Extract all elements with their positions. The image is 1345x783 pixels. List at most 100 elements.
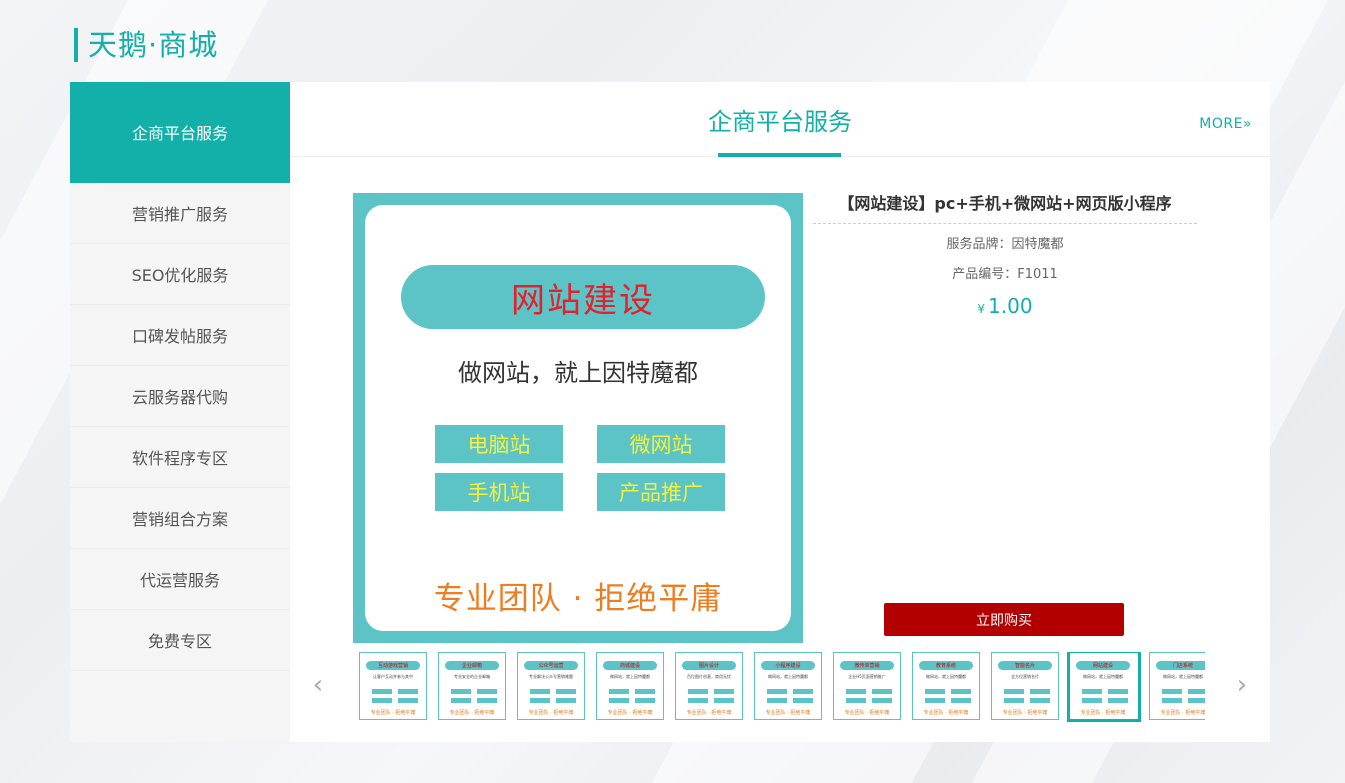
thumbnail-label: 企业邮箱: [445, 661, 499, 670]
thumbnail-chip: [872, 689, 892, 694]
site-brand-title[interactable]: 天鹅·商城: [74, 28, 218, 62]
gallery-thumbnail[interactable]: 企业邮箱专业安全的企业邮箱 专业团队 · 拒绝平庸: [438, 652, 506, 720]
thumbnail-chip: [1004, 698, 1024, 703]
thumbnail-footer: 专业团队 · 拒绝平庸: [528, 710, 574, 716]
sidebar-item-label: 营销组合方案: [131, 510, 228, 529]
product-brand: 服务品牌：因特魔都: [946, 237, 1064, 252]
thumbnail-subtitle: 做网站，就上因特魔都: [610, 674, 650, 679]
sidebar-item-free-zone[interactable]: 免费专区: [70, 610, 290, 671]
thumbnail-chip: [872, 698, 892, 703]
thumbnail-chip: [1030, 698, 1050, 703]
thumbnail-chip: [372, 698, 392, 703]
thumbnail-chip: [1108, 698, 1128, 703]
gallery-thumbnail[interactable]: 公众号运营专业解决公众号营销难题 专业团队 · 拒绝平庸: [517, 652, 585, 720]
thumbnail-label: 微传单营销: [840, 661, 894, 670]
thumbnail-chip: [793, 698, 813, 703]
buy-now-button[interactable]: 立即购买: [884, 603, 1124, 636]
thumbnail-subtitle: 专业解决公众号营销难题: [529, 674, 573, 679]
price-value: 1.00: [988, 294, 1033, 318]
sidebar-item-marketing[interactable]: 营销推广服务: [70, 183, 290, 244]
category-sidebar: 企商平台服务 营销推广服务 SEO优化服务 口碑发帖服务 云服务器代购 软件程序…: [70, 82, 290, 742]
gallery-thumbnail[interactable]: 门店系统 做网站，就上因特魔都 专业团队 · 拒绝平庸: [1149, 652, 1205, 720]
thumbnail-chip: [1108, 689, 1128, 694]
panel-header: 企商平台服务 MORE»: [290, 82, 1270, 157]
thumbnail-chip: [556, 698, 576, 703]
sidebar-item-operation-service[interactable]: 代运营服务: [70, 549, 290, 610]
image-pill-title: 网站建设: [401, 265, 765, 329]
thumbnail-chip: [477, 689, 497, 694]
thumbnail-label: 网站建设: [1076, 661, 1130, 670]
thumbnail-label: 公众号运营: [524, 661, 578, 670]
gallery-thumbnail[interactable]: 网站建设做网站，就上因特魔都 专业团队 · 拒绝平庸: [1067, 652, 1141, 722]
title-underline: [718, 153, 841, 157]
thumbnail-chip: [925, 689, 945, 694]
gallery-thumbnail[interactable]: 教育系统做网站，就上因特魔都 专业团队 · 拒绝平庸: [912, 652, 980, 720]
thumbnail-subtitle: 专业安全的企业邮箱: [454, 674, 490, 679]
product-panel: 企商平台服务 MORE» 网站建设 做网站，就上因特魔都 电脑站 微网站 手机站…: [290, 82, 1270, 742]
gallery-next-icon[interactable]: ›: [1233, 670, 1251, 700]
sidebar-item-seo[interactable]: SEO优化服务: [70, 244, 290, 305]
thumbnail-subtitle: 做网站，就上因特魔都: [1163, 674, 1203, 679]
thumbnail-chip: [451, 698, 471, 703]
gallery-thumbnail[interactable]: 图片设计 百位图片创意，商用无忧 专业团队 · 拒绝平庸: [675, 652, 743, 720]
sidebar-item-cloud-server[interactable]: 云服务器代购: [70, 366, 290, 427]
product-title: 【网站建设】pc+手机+微网站+网页版小程序: [813, 193, 1197, 224]
thumbnail-chip: [1082, 689, 1102, 694]
sidebar-item-label: 免费专区: [147, 632, 212, 651]
sidebar-item-enterprise-platform[interactable]: 企商平台服务: [70, 82, 290, 183]
thumbnail-subtitle: 做网站，就上因特魔都: [1083, 674, 1123, 679]
gallery-thumbnail[interactable]: 小程序建设 做网站，就上因特魔都 专业团队 · 拒绝平庸: [754, 652, 822, 720]
thumbnail-chip: [1082, 698, 1102, 703]
thumbnail-chip: [714, 698, 734, 703]
thumbnail-footer: 专业团队 · 拒绝平庸: [449, 710, 495, 716]
product-image-card: 网站建设 做网站，就上因特魔都 电脑站 微网站 手机站 产品推广 专业团队 · …: [365, 205, 791, 631]
gallery-thumbnail[interactable]: 商城建设做网站，就上因特魔都 专业团队 · 拒绝平庸: [596, 652, 664, 720]
gallery-thumbnail[interactable]: 微传单营销 企业H5页面营销推广 专业团队 · 拒绝平庸: [833, 652, 901, 720]
thumbnail-footer: 专业团队 · 拒绝平庸: [1002, 710, 1048, 716]
thumbnail-subtitle: 百位图片创意，商用无忧: [687, 674, 731, 679]
thumbnail-chip: [688, 698, 708, 703]
image-chip: 产品推广: [597, 473, 725, 511]
thumbnail-chip: [451, 689, 471, 694]
sidebar-item-software[interactable]: 软件程序专区: [70, 427, 290, 488]
thumbnail-footer: 专业团队 · 拒绝平庸: [923, 710, 969, 716]
thumbnail-chip: [951, 689, 971, 694]
sidebar-item-label: 代运营服务: [139, 571, 220, 590]
product-main-image[interactable]: 网站建设 做网站，就上因特魔都 电脑站 微网站 手机站 产品推广 专业团队 · …: [353, 193, 803, 643]
thumbnail-label: 互动游戏营销: [366, 661, 420, 670]
thumbnail-chip: [609, 698, 629, 703]
thumbnail-chip: [1030, 689, 1050, 694]
thumbnail-label: 门店系统: [1156, 661, 1205, 670]
product-price: ¥1.00: [813, 294, 1197, 318]
thumbnail-chip: [951, 698, 971, 703]
thumbnail-footer: 专业团队 · 拒绝平庸: [1080, 710, 1126, 716]
sidebar-item-label: 企商平台服务: [131, 124, 228, 143]
thumbnail-label: 图片设计: [682, 661, 736, 670]
gallery-thumbnail[interactable]: 智能名片 全方位营销名片 专业团队 · 拒绝平庸: [991, 652, 1059, 720]
thumbnail-footer: 专业团队 · 拒绝平庸: [607, 710, 653, 716]
thumbnail-subtitle: 企业H5页面营销推广: [848, 674, 886, 679]
gallery-thumbnail[interactable]: 互动游戏营销让客户互动并参与其中 专业团队 · 拒绝平庸: [359, 652, 427, 720]
thumbnail-chip: [1188, 698, 1205, 703]
sidebar-item-marketing-bundle[interactable]: 营销组合方案: [70, 488, 290, 549]
thumbnail-footer: 专业团队 · 拒绝平庸: [370, 710, 416, 716]
sidebar-item-reputation-posting[interactable]: 口碑发帖服务: [70, 305, 290, 366]
image-chip: 微网站: [597, 425, 725, 463]
thumbnail-subtitle: 做网站，就上因特魔都: [926, 674, 966, 679]
sidebar-item-label: SEO优化服务: [131, 266, 229, 285]
thumbnail-subtitle: 全方位营销名片: [1011, 674, 1039, 679]
thumbnail-subtitle: 做网站，就上因特魔都: [768, 674, 808, 679]
thumbnail-chip: [530, 698, 550, 703]
image-slogan: 做网站，就上因特魔都: [458, 359, 698, 387]
thumbnail-footer: 专业团队 · 拒绝平庸: [765, 710, 811, 716]
thumbnail-chip: [372, 689, 392, 694]
thumbnail-subtitle: 让客户互动并参与其中: [373, 674, 413, 679]
thumbnail-label: 商城建设: [603, 661, 657, 670]
thumbnail-label: 教育系统: [919, 661, 973, 670]
thumbnail-chip: [767, 689, 787, 694]
more-link[interactable]: MORE»: [1199, 116, 1252, 132]
gallery-prev-icon[interactable]: ‹: [309, 670, 327, 700]
thumbnail-chip: [925, 698, 945, 703]
thumbnail-chip: [635, 698, 655, 703]
thumbnail-chip: [688, 689, 708, 694]
